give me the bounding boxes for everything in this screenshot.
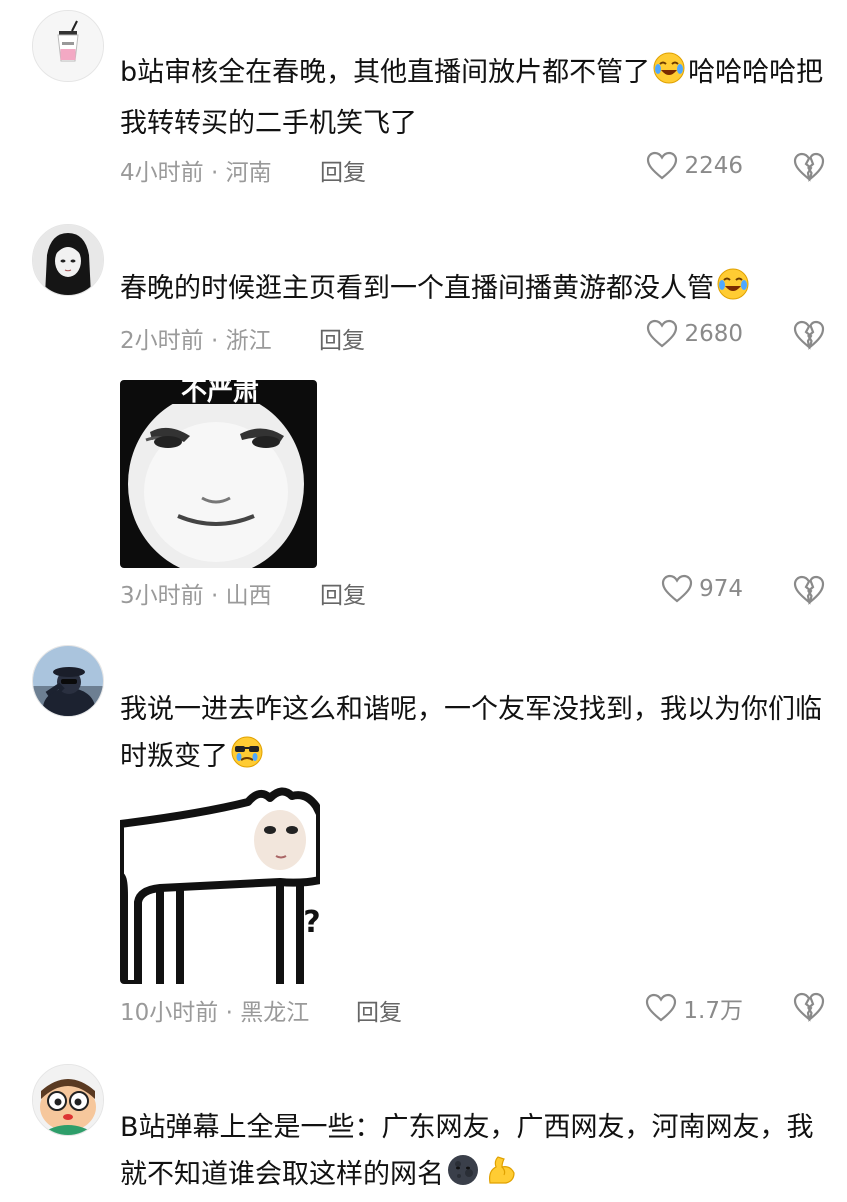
dislike-button[interactable] (793, 319, 825, 351)
comment-text-part: 我说一进去咋这么和谐呢，一个友军没找到，我以为你们临时叛变了 (120, 694, 822, 772)
avatar[interactable] (32, 10, 104, 82)
comment-meta: 4小时前 · 河南 回复 2246 (120, 151, 825, 187)
reply-button[interactable]: 回复 (356, 993, 402, 1027)
sticker-caption: ? (303, 905, 320, 940)
new-moon-face-emoji-icon (446, 1153, 480, 1202)
pale-face-meme-sticker[interactable]: 不严肃 (120, 380, 317, 568)
comment-text-part: 春晚的时候逛主页看到一个直播间播黄游都没人管 (120, 273, 714, 304)
broken-heart-icon (793, 320, 825, 350)
comment-text: B站弹幕上全是一些：广东网友，广西网友，河南网友，我就不知道谁会取这样的网名 (120, 1104, 827, 1202)
time-location: 4小时前 · 河南 (120, 160, 272, 186)
comment-meta: 10小时前 · 黑龙江 回复 1.7万 (120, 991, 825, 1027)
broken-heart-icon (793, 152, 825, 182)
avatar[interactable] (32, 645, 104, 717)
comment-text: 我说一进去咋这么和谐呢，一个友军没找到，我以为你们临时叛变了 (120, 686, 827, 784)
time-location: 3小时前 · 山西 (120, 583, 272, 609)
flexed-biceps-emoji-icon (484, 1153, 518, 1202)
time-location: 10小时前 · 黑龙江 (120, 1000, 310, 1026)
dislike-button[interactable] (793, 151, 825, 183)
heart-outline-icon (661, 574, 693, 603)
sticker-caption: 不严肃 (181, 380, 259, 407)
comment-meta: 3小时前 · 山西 回复 974 (120, 574, 825, 610)
like-button[interactable]: 974 (661, 574, 743, 604)
like-button[interactable]: 1.7万 (645, 991, 743, 1025)
like-button[interactable]: 2680 (646, 319, 743, 349)
comment-text-part: b站审核全在春晚，其他直播间放片都不管了 (120, 57, 651, 88)
like-count: 2680 (684, 321, 743, 347)
heart-outline-icon (646, 993, 677, 1022)
dislike-button[interactable] (793, 991, 825, 1023)
broken-heart-icon (793, 992, 825, 1022)
broken-heart-icon (793, 575, 825, 605)
heart-outline-icon (647, 151, 678, 180)
like-count: 1.7万 (683, 998, 743, 1024)
sunglasses-crying-emoji-icon (230, 735, 264, 784)
avatar[interactable] (32, 1064, 104, 1136)
reply-button[interactable]: 回复 (320, 153, 366, 187)
long-dog-meme-sticker[interactable]: ? (120, 784, 320, 984)
comment-text: 春晚的时候逛主页看到一个直播间播黄游都没人管 (120, 265, 827, 316)
like-count: 974 (699, 576, 743, 602)
reply-button[interactable]: 回复 (319, 321, 365, 355)
like-count: 2246 (684, 153, 743, 179)
time-location: 2小时前 · 浙江 (120, 328, 272, 354)
like-button[interactable]: 2246 (646, 151, 743, 181)
reply-button[interactable]: 回复 (320, 576, 366, 610)
avatar[interactable] (32, 224, 104, 296)
comment-meta: 2小时前 · 浙江 回复 2680 (120, 319, 825, 355)
dislike-button[interactable] (793, 574, 825, 606)
laughing-crying-emoji-icon (652, 51, 686, 100)
heart-outline-icon (647, 319, 678, 348)
laughing-crying-emoji-icon (716, 267, 750, 316)
comment-text: b站审核全在春晚，其他直播间放片都不管了 哈哈哈哈把我转转买的二手机笑飞了 (120, 49, 827, 147)
